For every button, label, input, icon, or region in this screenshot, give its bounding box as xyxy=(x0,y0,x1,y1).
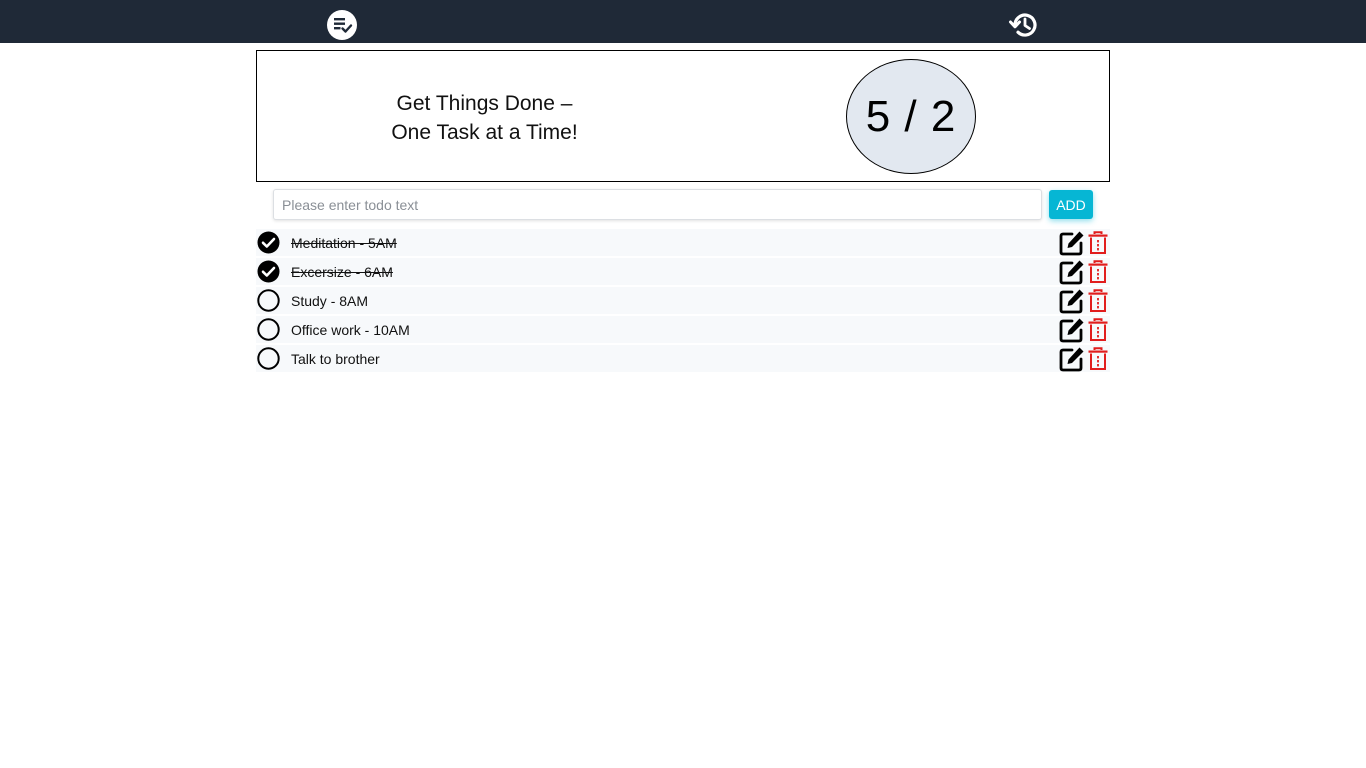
history-icon[interactable] xyxy=(1008,9,1040,41)
todo-item: Meditation - 5AM xyxy=(256,229,1110,256)
edit-icon[interactable] xyxy=(1059,346,1085,372)
todo-item: Talk to brother xyxy=(256,345,1110,372)
top-navbar xyxy=(0,0,1366,43)
edit-icon[interactable] xyxy=(1059,230,1085,256)
todo-item: Excersize - 6AM xyxy=(256,258,1110,285)
unchecked-circle-icon[interactable] xyxy=(257,289,280,312)
add-button[interactable]: ADD xyxy=(1049,190,1093,219)
edit-icon[interactable] xyxy=(1059,259,1085,285)
edit-icon[interactable] xyxy=(1059,317,1085,343)
delete-icon[interactable] xyxy=(1087,347,1109,371)
unchecked-circle-icon[interactable] xyxy=(257,347,280,370)
todo-item: Study - 8AM xyxy=(256,287,1110,314)
checked-circle-icon[interactable] xyxy=(257,231,280,254)
todo-item: Office work - 10AM xyxy=(256,316,1110,343)
todo-item-text: Talk to brother xyxy=(291,351,380,367)
tagline: Get Things Done – One Task at a Time! xyxy=(357,89,612,147)
todo-item-text: Excersize - 6AM xyxy=(291,264,393,280)
delete-icon[interactable] xyxy=(1087,231,1109,255)
todo-list: Meditation - 5AM Excersize - 6AM Study - 8… xyxy=(256,229,1110,374)
checked-circle-icon[interactable] xyxy=(257,260,280,283)
todo-text-input[interactable] xyxy=(273,189,1042,220)
task-counter: 5 / 2 xyxy=(846,59,976,174)
todo-list-check-icon[interactable] xyxy=(326,9,358,41)
hero-banner: Get Things Done – One Task at a Time! 5 … xyxy=(256,50,1110,182)
todo-item-text: Office work - 10AM xyxy=(291,322,410,338)
delete-icon[interactable] xyxy=(1087,289,1109,313)
tagline-line-2: One Task at a Time! xyxy=(391,121,578,144)
edit-icon[interactable] xyxy=(1059,288,1085,314)
todo-item-text: Meditation - 5AM xyxy=(291,235,397,251)
todo-item-text: Study - 8AM xyxy=(291,293,369,309)
tagline-line-1: Get Things Done – xyxy=(396,92,573,115)
unchecked-circle-icon[interactable] xyxy=(257,318,280,341)
delete-icon[interactable] xyxy=(1087,260,1109,284)
delete-icon[interactable] xyxy=(1087,318,1109,342)
